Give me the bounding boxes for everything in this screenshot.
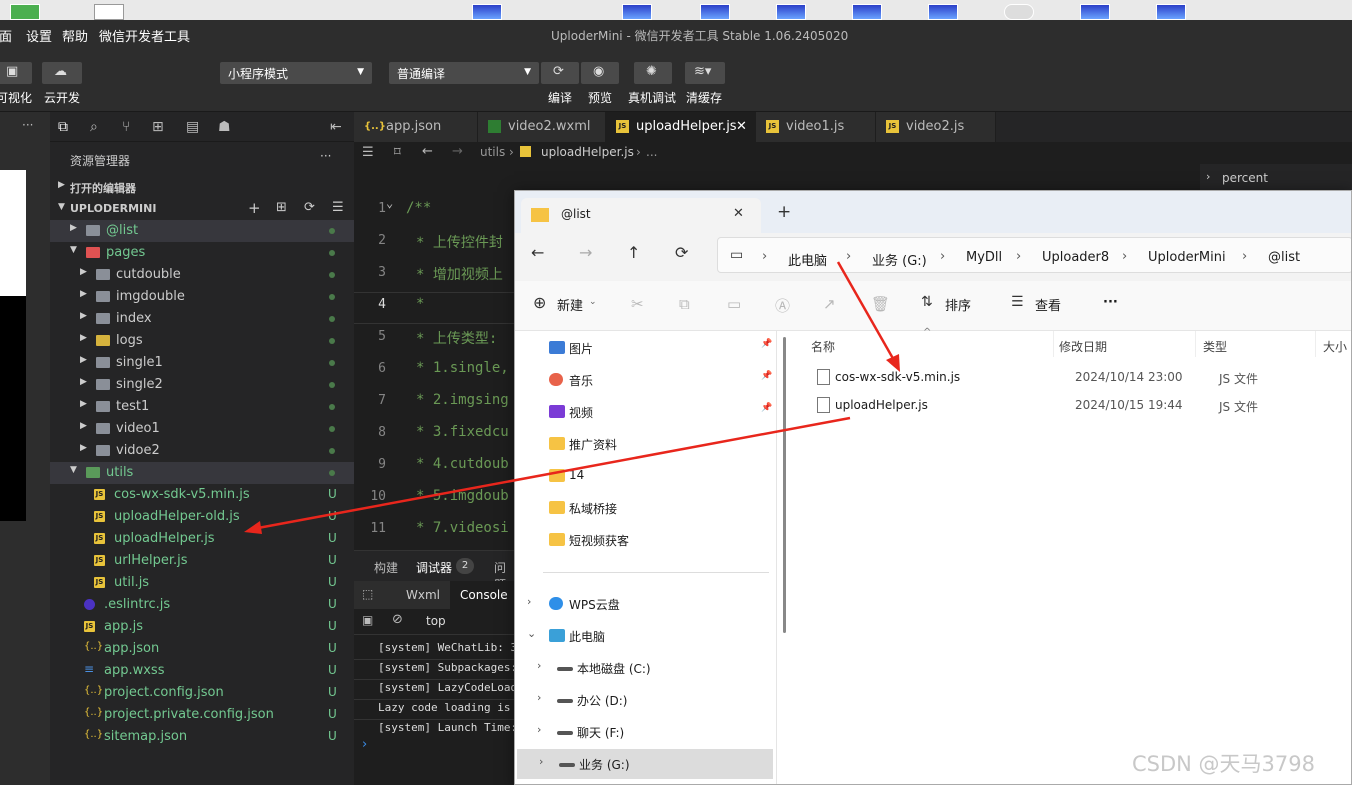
annotation-arrows bbox=[244, 261, 900, 534]
arrow-to-upload-helper bbox=[257, 416, 851, 530]
watermark: CSDN @天马3798 bbox=[1132, 752, 1315, 776]
arrow-head bbox=[244, 521, 262, 534]
arrow-to-sdk-file bbox=[836, 261, 897, 363]
